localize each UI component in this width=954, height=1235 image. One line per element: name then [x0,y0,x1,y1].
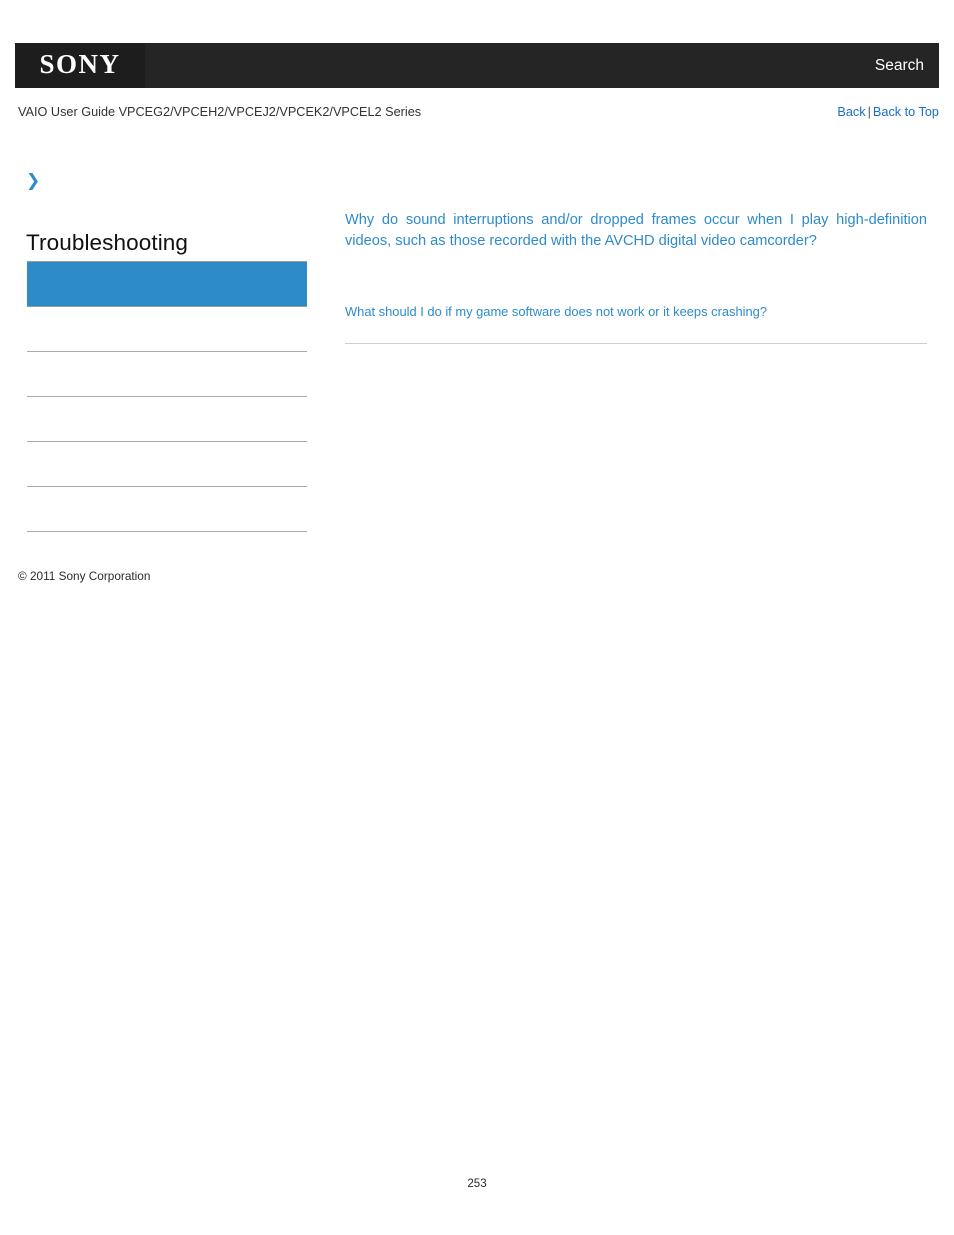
header-nav-links: Back | Back to Top [837,102,939,122]
topic-link-0[interactable]: Why do sound interruptions and/or droppe… [345,210,927,251]
page-title: Troubleshooting [26,230,189,255]
sidebar-item-2[interactable] [27,352,307,397]
sidebar-item-4[interactable] [27,442,307,487]
topic-item-1: What should I do if my game software doe… [345,303,927,344]
site-header-bar: SONY Search [15,43,939,88]
chevron-right-icon: ❯ [26,171,41,191]
topic-divider [345,343,927,344]
topic-item-0: Why do sound interruptions and/or droppe… [345,210,927,251]
sidebar-item-0[interactable] [27,261,307,307]
nav-separator: | [867,105,871,119]
sony-logo-text: SONY [39,49,121,79]
topic-link-1[interactable]: What should I do if my game software doe… [345,303,927,321]
search-link[interactable]: Search [875,43,924,88]
guide-title: VAIO User Guide VPCEG2/VPCEH2/VPCEJ2/VPC… [18,105,422,119]
subheader: VAIO User Guide VPCEG2/VPCEH2/VPCEJ2/VPC… [0,102,954,124]
page-number: 253 [467,1178,487,1190]
back-link[interactable]: Back [837,105,865,119]
copyright-text: © 2011 Sony Corporation [18,569,151,583]
sidebar-item-5[interactable] [27,487,307,532]
breadcrumb[interactable]: ❯ [26,170,44,192]
back-to-top-link[interactable]: Back to Top [873,105,939,119]
sidebar-item-3[interactable] [27,397,307,442]
sidebar-item-1[interactable] [27,307,307,352]
main-content: Why do sound interruptions and/or droppe… [345,210,927,344]
sony-logo-block[interactable]: SONY [15,43,145,88]
sidebar-nav-list [27,261,307,532]
